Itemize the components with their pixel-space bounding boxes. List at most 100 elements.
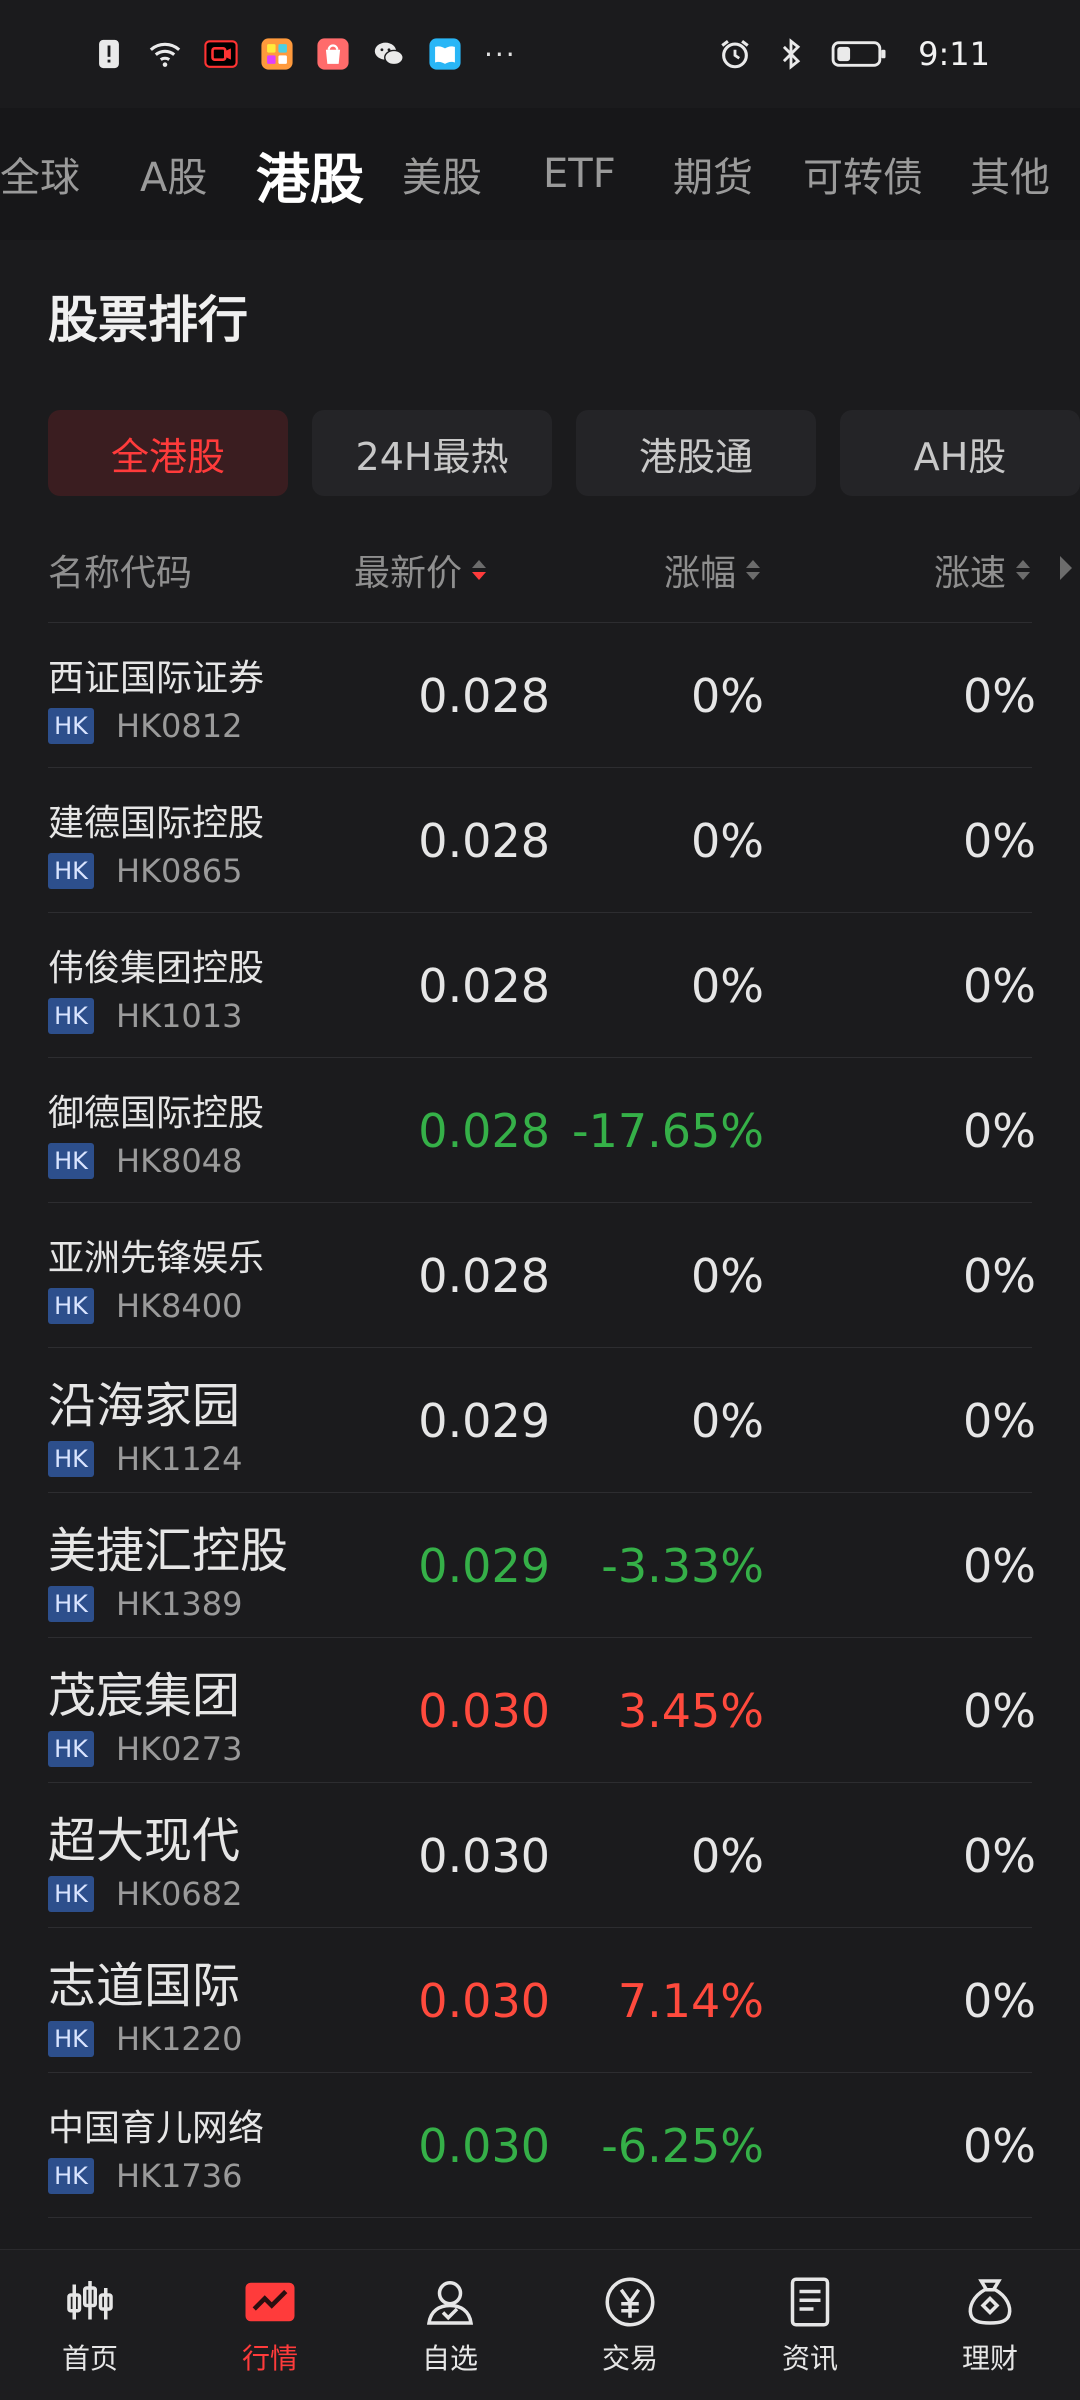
col-speed-label: 涨速 — [934, 553, 1007, 594]
stock-price: 0.030 — [418, 1973, 550, 2028]
stock-code: HK1220 — [116, 2020, 243, 2058]
filter-chips: 全港股 24H最热 港股通 AH股 — [48, 410, 1080, 496]
stock-code: HK1124 — [116, 1440, 243, 1478]
stock-speed: 0% — [963, 1248, 1036, 1303]
table-row[interactable]: 中国育儿网络 HK HK1736 0.030 -6.25% 0% — [48, 2072, 1036, 2217]
stock-price: 0.028 — [418, 958, 550, 1013]
hk-badge: HK — [48, 1143, 94, 1179]
stock-speed: 0% — [963, 668, 1036, 723]
hk-badge: HK — [48, 853, 94, 889]
col-name-label: 名称代码 — [48, 553, 193, 594]
col-price-sort[interactable]: 最新价 — [354, 540, 487, 600]
money-bag-icon — [960, 2273, 1020, 2331]
table-row[interactable]: 西证国际证券 HK HK0812 0.028 0% 0% — [48, 622, 1036, 767]
tab-global[interactable]: 全球 — [0, 108, 80, 240]
stock-code: HK1389 — [116, 1585, 243, 1623]
stock-change: 0% — [691, 958, 764, 1013]
stock-list: 西证国际证券 HK HK0812 0.028 0% 0% 建德国际控股 HK HK0… — [48, 622, 1036, 2278]
table-row[interactable]: 沿海家园 HK HK1124 0.029 0% 0% — [48, 1347, 1036, 1492]
nav-trade-label: 交易 — [601, 2342, 658, 2375]
table-row[interactable]: 御德国际控股 HK HK8048 0.028 -17.65% 0% — [48, 1057, 1036, 1202]
filter-all-hk[interactable]: 全港股 — [48, 410, 288, 496]
user-check-icon — [420, 2273, 480, 2331]
stock-speed: 0% — [963, 1538, 1036, 1593]
bottom-nav: 首页 行情 自选 交易 资讯 理财 — [0, 2249, 1080, 2400]
bluetooth-icon — [774, 37, 808, 71]
trend-chart-icon — [240, 2273, 300, 2331]
col-change-label: 涨幅 — [664, 553, 737, 594]
hk-badge: HK — [48, 2158, 94, 2194]
stock-name: 御德国际控股 — [48, 1093, 265, 1134]
hk-badge: HK — [48, 1288, 94, 1324]
status-bar-left: ··· — [92, 37, 517, 71]
stock-code: HK0273 — [116, 1730, 243, 1768]
nav-watchlist-label: 自选 — [421, 2342, 478, 2375]
stock-price: 0.029 — [418, 1393, 550, 1448]
table-row[interactable]: 志道国际 HK HK1220 0.030 7.14% 0% — [48, 1927, 1036, 2072]
stock-change: -17.65% — [572, 1103, 764, 1158]
stock-name: 美捷汇控股 — [48, 1523, 289, 1579]
table-row[interactable]: 伟俊集团控股 HK HK1013 0.028 0% 0% — [48, 912, 1036, 1057]
candlestick-icon — [60, 2273, 120, 2331]
hk-badge: HK — [48, 2021, 94, 2057]
table-row[interactable]: 亚洲先锋娱乐 HK HK8400 0.028 0% 0% — [48, 1202, 1036, 1347]
tab-a-shares[interactable]: A股 — [140, 108, 207, 240]
nav-wealth[interactable]: 理财 — [900, 2250, 1080, 2400]
sort-icon — [1016, 560, 1031, 580]
nav-home[interactable]: 首页 — [0, 2250, 180, 2400]
filter-24h-hot[interactable]: 24H最热 — [312, 410, 552, 496]
scroll-right-icon[interactable] — [1060, 556, 1072, 580]
stock-change: -6.25% — [601, 2118, 764, 2173]
stock-speed: 0% — [963, 1103, 1036, 1158]
stock-code: HK0865 — [116, 852, 243, 890]
table-row[interactable]: 建德国际控股 HK HK0865 0.028 0% 0% — [48, 767, 1036, 912]
hk-badge: HK — [48, 1731, 94, 1767]
col-name: 名称代码 — [48, 540, 192, 600]
sort-icon — [472, 560, 487, 580]
stock-price: 0.028 — [418, 813, 550, 868]
nav-market-label: 行情 — [241, 2342, 298, 2375]
stock-code: HK8400 — [116, 1287, 243, 1325]
section-title: 股票排行 — [48, 291, 248, 349]
stock-name: 茂宸集团 — [48, 1668, 241, 1724]
stock-name: 志道国际 — [48, 1958, 241, 2014]
stock-code: HK1736 — [116, 2157, 243, 2195]
stock-change: 0% — [691, 1828, 764, 1883]
nav-market[interactable]: 行情 — [180, 2250, 360, 2400]
document-icon — [780, 2273, 840, 2331]
filter-hk-connect[interactable]: 港股通 — [576, 410, 816, 496]
stock-speed: 0% — [963, 1828, 1036, 1883]
screen-record-icon — [204, 37, 238, 71]
stock-name: 建德国际控股 — [48, 803, 265, 844]
stock-price: 0.029 — [418, 1538, 550, 1593]
tab-convertible-bonds[interactable]: 可转债 — [803, 108, 923, 240]
hk-badge: HK — [48, 998, 94, 1034]
nav-watchlist[interactable]: 自选 — [360, 2250, 540, 2400]
nav-news[interactable]: 资讯 — [720, 2250, 900, 2400]
tab-us-shares[interactable]: 美股 — [402, 108, 482, 240]
stock-name: 伟俊集团控股 — [48, 948, 265, 989]
hk-badge: HK — [48, 1586, 94, 1622]
filter-ah-shares[interactable]: AH股 — [840, 410, 1080, 496]
tab-futures[interactable]: 期货 — [673, 108, 753, 240]
table-row[interactable]: 超大现代 HK HK0682 0.030 0% 0% — [48, 1782, 1036, 1927]
market-tabs: 全球 A股 港股 美股 ETF 期货 可转债 其他 — [0, 108, 1080, 240]
stock-name: 沿海家园 — [48, 1378, 241, 1434]
table-row[interactable]: 美捷汇控股 HK HK1389 0.029 -3.33% 0% — [48, 1492, 1036, 1637]
stock-price: 0.030 — [418, 2118, 550, 2173]
col-price-label: 最新价 — [354, 553, 463, 594]
nav-trade[interactable]: 交易 — [540, 2250, 720, 2400]
table-row[interactable]: 茂宸集团 HK HK0273 0.030 3.45% 0% — [48, 1637, 1036, 1782]
more-notifications: ··· — [484, 37, 517, 71]
col-speed-sort[interactable]: 涨速 — [934, 540, 1031, 600]
stock-price: 0.028 — [418, 668, 550, 723]
battery-icon — [830, 37, 890, 71]
stock-code: HK0812 — [116, 707, 243, 745]
tab-hk-shares[interactable]: 港股 — [256, 108, 364, 240]
nav-home-label: 首页 — [61, 2342, 118, 2375]
wechat-icon — [372, 37, 406, 71]
tab-other[interactable]: 其他 — [970, 108, 1050, 240]
stock-speed: 0% — [963, 1683, 1036, 1738]
tab-etf[interactable]: ETF — [543, 108, 616, 240]
col-change-sort[interactable]: 涨幅 — [664, 540, 761, 600]
